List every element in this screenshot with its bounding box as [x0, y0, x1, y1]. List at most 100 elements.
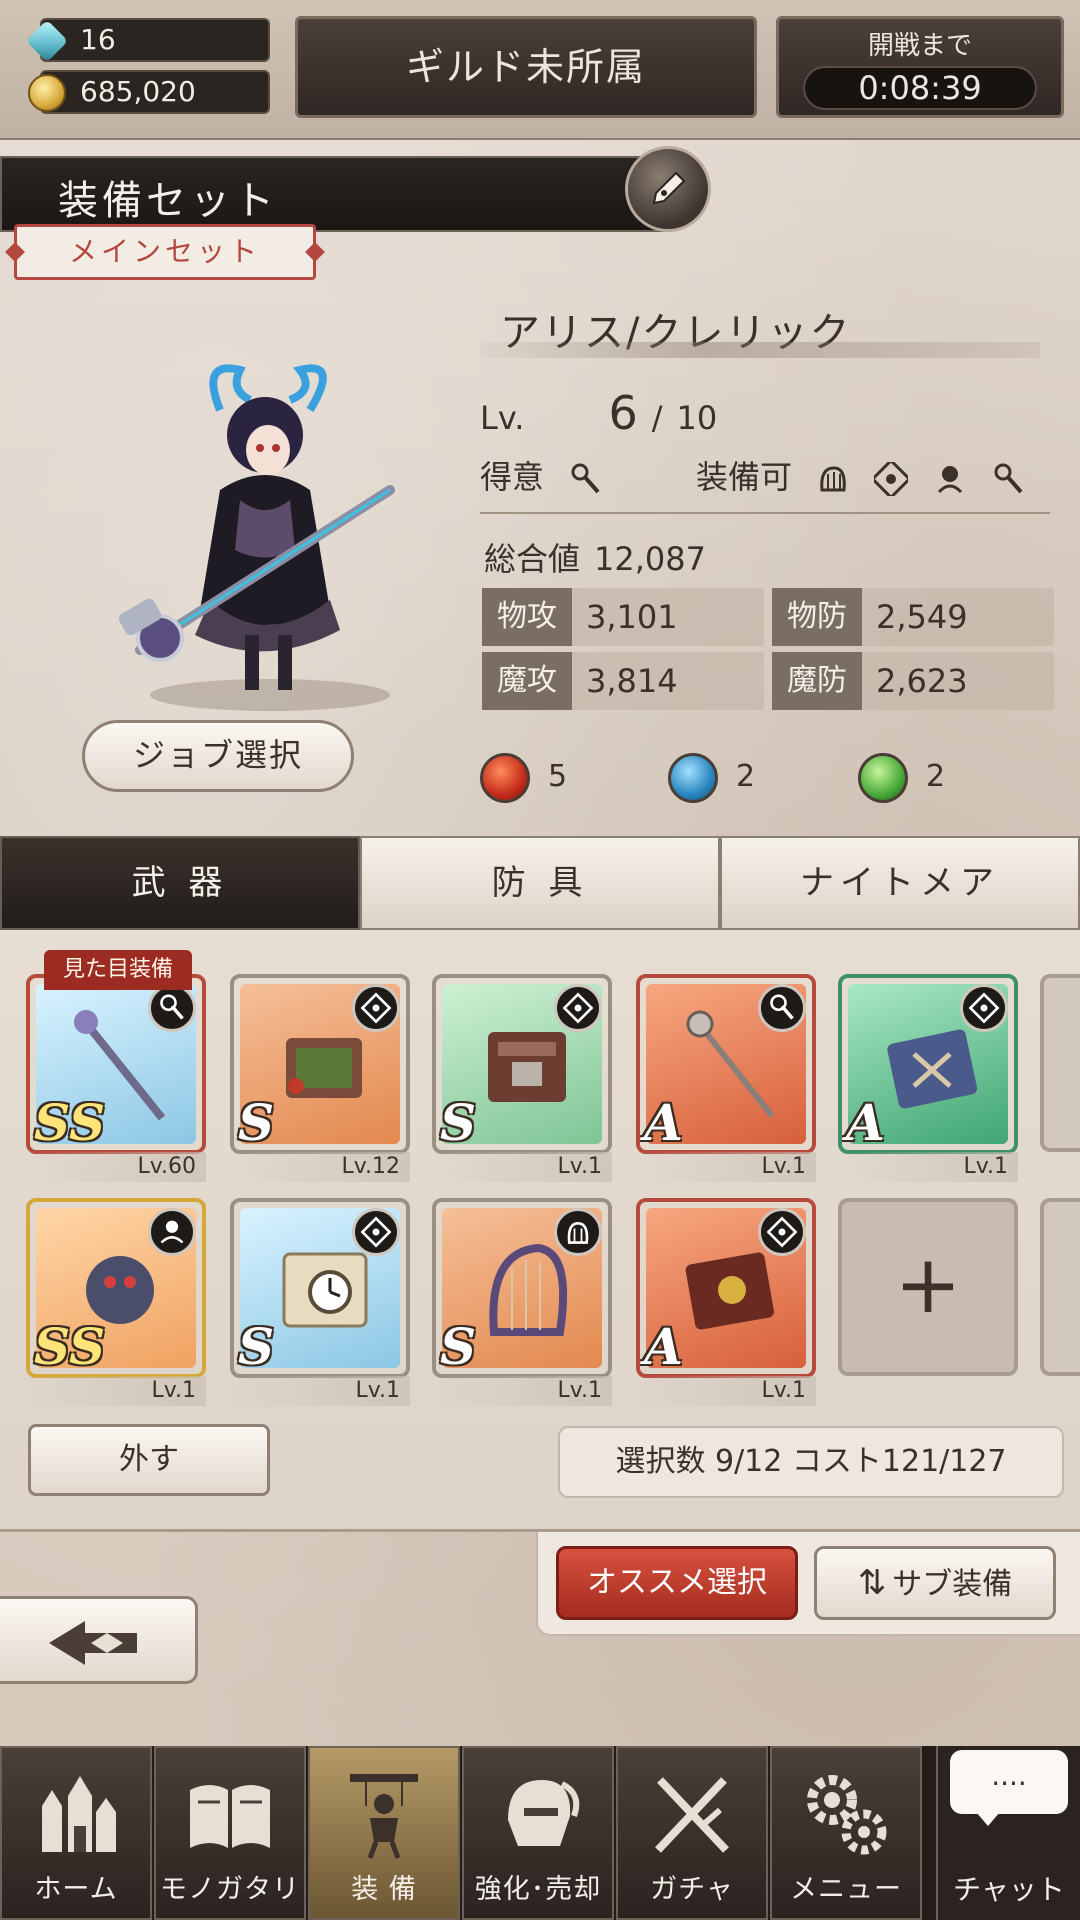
tome-icon [874, 462, 909, 496]
stat-key: 魔防 [772, 652, 862, 710]
tab-label: 武 器 [131, 863, 229, 903]
item-card[interactable]: A [838, 974, 1018, 1154]
rank-label: S [440, 1317, 477, 1376]
tome-icon [554, 984, 602, 1032]
tab-weapons[interactable]: 武 器 [0, 836, 360, 930]
bottom-nav: ホーム モノガタリ 装 備 強化･売却 ガチャ メニュー .... チャット [0, 1746, 1080, 1920]
equip-set-bar: 装備セット [0, 156, 700, 232]
equippable-label: 装備可 [696, 458, 793, 496]
sub-equip-button[interactable]: ⇅ サブ装備 [814, 1546, 1056, 1620]
rank-label: SS [34, 1093, 106, 1152]
specialty-label: 得意 [480, 458, 545, 496]
stat-mag-atk: 魔攻 3,814 [482, 652, 764, 710]
harp-icon [820, 466, 846, 492]
level-label: Lv. [480, 399, 525, 437]
stat-key: 物防 [772, 588, 862, 646]
item-card[interactable]: S [432, 1198, 612, 1378]
castle-icon [42, 1776, 116, 1852]
item-card[interactable]: S [230, 1198, 410, 1378]
nav-equip[interactable]: 装 備 [308, 1746, 460, 1920]
coin-counter: 685,020 [28, 70, 270, 114]
item-card[interactable]: S [230, 974, 410, 1154]
next-item-slot[interactable] [1040, 974, 1080, 1152]
nav-story[interactable]: モノガタリ [154, 1746, 306, 1920]
equipment-tabs: 武 器 防 具 ナイトメア [0, 836, 1080, 930]
stat-phys-def: 物防 2,549 [772, 588, 1054, 646]
tab-label: 防 具 [491, 863, 589, 903]
staff-icon [758, 984, 806, 1032]
item-card[interactable]: SS [26, 1198, 206, 1378]
nav-chat[interactable]: .... チャット [936, 1746, 1080, 1920]
total-value: 12,087 [594, 540, 706, 578]
item-card[interactable]: SS [26, 974, 206, 1154]
guild-button[interactable]: ギルド未所属 [295, 16, 757, 118]
stat-value: 3,101 [586, 598, 678, 636]
stat-value: 2,623 [876, 662, 968, 700]
back-button[interactable] [0, 1596, 198, 1684]
remove-button[interactable]: 外す [28, 1424, 270, 1496]
wind-icon [858, 752, 908, 803]
item-card[interactable]: S [432, 974, 612, 1154]
item-level: Lv.1 [432, 1152, 612, 1182]
nav-menu[interactable]: メニュー [770, 1746, 922, 1920]
harp-icon [554, 1208, 602, 1256]
gears-icon [807, 1775, 887, 1855]
item-level: Lv.1 [26, 1376, 206, 1406]
rank-label: S [440, 1093, 477, 1152]
recommend-label: オススメ選択 [587, 1565, 767, 1600]
element-wind: 2 [858, 752, 945, 803]
staff-icon [148, 984, 196, 1032]
book-icon [190, 1785, 270, 1848]
puppet-icon [350, 1774, 418, 1859]
battle-time: 0:08:39 [803, 66, 1037, 110]
character-portrait [118, 364, 395, 711]
tab-label: ナイトメア [800, 863, 1000, 903]
nav-label: ガチャ [650, 1874, 734, 1905]
rank-label: A [644, 1317, 683, 1376]
battle-label: 開戦まで [867, 31, 972, 61]
gem-count: 16 [80, 23, 116, 56]
item-level: Lv.1 [838, 1152, 1018, 1182]
swap-icon: ⇅ [857, 1563, 887, 1603]
plus-icon: + [894, 1238, 962, 1331]
rank-label: SS [34, 1317, 106, 1376]
rank-label: S [238, 1317, 275, 1376]
stats-divider [480, 512, 1050, 514]
stat-phys-atk: 物攻 3,101 [482, 588, 764, 646]
level-max: 10 [676, 399, 718, 437]
selection-text: 選択数 9/12 コスト121/127 [615, 1444, 1007, 1479]
stat-key: 物攻 [482, 588, 572, 646]
job-select-button[interactable]: ジョブ選択 [82, 720, 354, 792]
next-item-slot[interactable] [1040, 1198, 1080, 1376]
item-level: Lv.1 [636, 1376, 816, 1406]
tab-nightmare[interactable]: ナイトメア [720, 836, 1080, 930]
water-count: 2 [736, 759, 756, 794]
nav-home[interactable]: ホーム [0, 1746, 152, 1920]
main-set-text: メインセット [68, 235, 261, 268]
battle-timer[interactable]: 開戦まで 0:08:39 [776, 16, 1064, 118]
item-level: Lv.12 [230, 1152, 410, 1182]
nav-label: 強化･売却 [474, 1874, 602, 1905]
item-card[interactable]: A [636, 974, 816, 1154]
item-card[interactable]: A [636, 1198, 816, 1378]
equip-set-title: 装備セット [58, 178, 278, 224]
remove-label: 外す [119, 1442, 179, 1477]
job-select-label: ジョブ選択 [132, 736, 303, 774]
tab-armor[interactable]: 防 具 [360, 836, 720, 930]
stat-mag-def: 魔防 2,623 [772, 652, 1054, 710]
nav-gacha[interactable]: ガチャ [616, 1746, 768, 1920]
stat-value: 3,814 [586, 662, 678, 700]
level-value: 6 [608, 386, 638, 440]
staff-icon [994, 463, 1023, 494]
staff-icon [571, 463, 600, 494]
helmet-icon [508, 1780, 580, 1846]
recommend-button[interactable]: オススメ選択 [556, 1546, 798, 1620]
edit-set-button[interactable] [625, 146, 711, 232]
rank-label: A [644, 1093, 683, 1152]
top-bar: 16 685,020 ギルド未所属 開戦まで 0:08:39 [0, 0, 1080, 140]
chat-bubble-icon: .... [950, 1750, 1068, 1826]
nav-upgrade[interactable]: 強化･売却 [462, 1746, 614, 1920]
rank-label: S [238, 1093, 275, 1152]
swords-icon [655, 1777, 729, 1853]
add-item-button[interactable]: + [838, 1198, 1018, 1376]
